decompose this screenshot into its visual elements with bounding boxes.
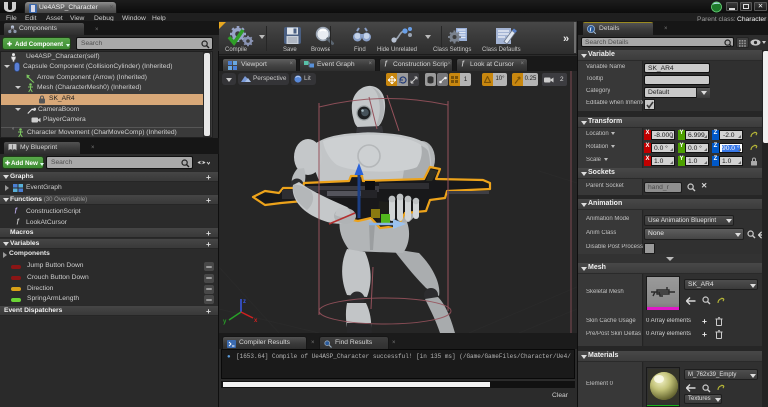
svg-text:x: x: [254, 318, 258, 324]
svg-text:y: y: [223, 319, 227, 325]
svg-text:z: z: [243, 299, 246, 305]
